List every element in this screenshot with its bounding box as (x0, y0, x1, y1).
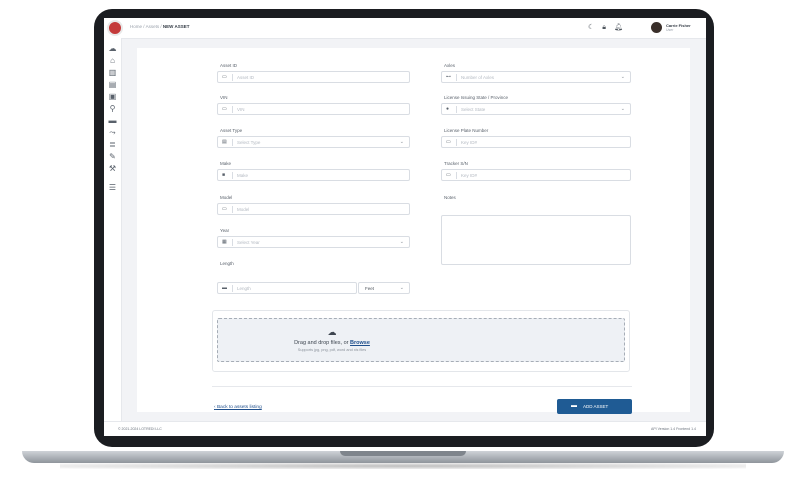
moon-icon[interactable]: ☾ (588, 23, 594, 32)
asset-id-label: Asset ID (220, 63, 238, 68)
asset-id-input[interactable]: ▭ Asset ID (217, 71, 410, 83)
license-state-select[interactable]: ● Select State ⌄ (441, 103, 631, 115)
asset-type-placeholder: Select Type (237, 140, 261, 145)
length-unit-value: Feet (365, 286, 375, 291)
app-screen: Home / Assets / NEW ASSET ☾ 🔒︎ 🔔︎ Carrie… (104, 18, 706, 436)
id-icon: ▭ (222, 106, 227, 112)
back-link-label: Back to assets listing (216, 405, 262, 410)
dropzone-label: Drag and drop files, or (294, 340, 349, 346)
dropzone-hint: Supports jpg, png, pdf, word and xls fil… (297, 348, 367, 352)
car-icon[interactable]: ▣ (108, 92, 117, 101)
model-input[interactable]: ▭ Model (217, 203, 410, 215)
divider (212, 386, 632, 387)
chevron-down-icon: ⌄ (620, 106, 625, 112)
dropzone-text: Drag and drop files, or Browse (232, 340, 432, 346)
id-icon: ▭ (222, 206, 227, 212)
vin-placeholder: VIN (237, 107, 245, 112)
tracker-sn-label: Tracker S/N (444, 161, 468, 166)
axles-placeholder: Number of Axles (461, 75, 495, 80)
truck-icon[interactable]: ▬ (108, 116, 117, 125)
axle-icon: ⊷ (446, 74, 451, 80)
laptop-shadow (60, 463, 746, 469)
notes-label: Notes (444, 195, 456, 200)
cloud-icon[interactable]: ☁ (108, 44, 117, 53)
make-label: Make (220, 161, 232, 166)
chart-icon[interactable]: ▥ (108, 68, 117, 77)
length-placeholder: Length (237, 286, 251, 291)
id-icon: ▭ (446, 172, 451, 178)
back-arrow-icon: ‹ (214, 405, 216, 410)
chevron-down-icon: ⌄ (620, 74, 625, 80)
model-placeholder: Model (237, 207, 250, 212)
model-label: Model (220, 195, 233, 200)
vin-input[interactable]: ▭ VIN (217, 103, 410, 115)
cloud-upload-icon: ☁ (327, 327, 337, 337)
breadcrumb-assets[interactable]: Assets (146, 24, 160, 29)
user-role: User (666, 28, 674, 32)
notes-textarea[interactable] (441, 215, 631, 265)
asset-type-label: Asset Type (220, 128, 243, 133)
id-icon: ▭ (222, 74, 227, 80)
route-icon[interactable]: ⤳ (108, 128, 117, 137)
page-title: NEW ASSET (162, 24, 190, 29)
year-placeholder: Select Year (237, 240, 260, 245)
top-bar: Home / Assets / NEW ASSET ☾ 🔒︎ 🔔︎ Carrie… (104, 18, 706, 39)
footer: © 2021-2024 LOTREDI LLC API Version 1.4 … (104, 421, 706, 436)
tracker-sn-placeholder: Key ID# (461, 173, 478, 178)
breadcrumb-home[interactable]: Home (130, 24, 142, 29)
length-unit-select[interactable]: Feet ⌄ (358, 282, 410, 294)
sidebar: ☁ ⌂ ▥ ▤ ▣ ⚲ ▬ ⤳ ≣ ✎ ⚒ ☰ (104, 38, 122, 421)
asset-id-placeholder: Asset ID (237, 75, 255, 80)
chevron-down-icon: ⌄ (399, 139, 404, 145)
id-icon: ▭ (446, 139, 451, 145)
back-to-assets-link[interactable]: ‹ Back to assets listing (214, 405, 262, 410)
ruler-icon: ▬ (222, 285, 227, 291)
folder-icon: ■ (222, 172, 226, 178)
breadcrumb: Home / Assets / NEW ASSET (130, 24, 189, 29)
tracker-sn-input[interactable]: ▭ Key ID# (441, 169, 631, 181)
type-icon: ▤ (222, 139, 227, 145)
pin-icon: ● (446, 106, 450, 112)
list-icon[interactable]: ▤ (108, 80, 117, 89)
user-icon[interactable]: ⚲ (108, 104, 117, 113)
bell-icon[interactable]: 🔔︎ (614, 23, 623, 32)
year-label: Year (220, 228, 230, 233)
length-input[interactable]: ▬ Length (217, 282, 357, 294)
plate-number-input[interactable]: ▭ Key ID# (441, 136, 631, 148)
footer-version: API Version 1.4 Frontend 1.4 (651, 427, 696, 431)
chevron-down-icon: ⌄ (399, 239, 404, 245)
year-select[interactable]: ▦ Select Year ⌄ (217, 236, 410, 248)
edit-icon[interactable]: ✎ (108, 152, 117, 161)
lock-icon[interactable]: 🔒︎ (602, 23, 606, 32)
length-label: Length (220, 261, 234, 266)
brand-logo[interactable] (107, 20, 123, 36)
chevron-down-icon: ⌄ (399, 285, 404, 291)
top-icons: ☾ 🔒︎ 🔔︎ (588, 23, 623, 32)
license-state-label: License Issuing State / Province (444, 95, 509, 100)
calendar-icon: ▦ (222, 239, 227, 245)
asset-type-select[interactable]: ▤ Select Type ⌄ (217, 136, 410, 148)
axles-label: Axles (444, 63, 456, 68)
doc-icon[interactable]: ≣ (108, 140, 117, 149)
make-placeholder: Make (237, 173, 249, 178)
vin-label: VIN (220, 95, 228, 100)
footer-copyright: © 2021-2024 LOTREDI LLC (118, 427, 162, 431)
breadcrumb-separator: / (143, 24, 145, 29)
plate-number-label: License Plate Number (444, 128, 489, 133)
add-asset-label: ADD ASSET (583, 404, 609, 409)
wrench-icon[interactable]: ⚒ (108, 164, 117, 173)
make-input[interactable]: ■ Make (217, 169, 410, 181)
plate-number-placeholder: Key ID# (461, 140, 478, 145)
browse-link[interactable]: Browse (350, 340, 370, 346)
breadcrumb-separator: / (160, 24, 162, 29)
truck-icon: ▬ (571, 403, 577, 409)
sliders-icon[interactable]: ☰ (108, 183, 117, 192)
add-asset-button[interactable]: ▬ ADD ASSET (557, 399, 632, 414)
laptop-notch (340, 451, 466, 456)
avatar[interactable] (651, 22, 662, 33)
license-state-placeholder: Select State (461, 107, 486, 112)
axles-select[interactable]: ⊷ Number of Axles ⌄ (441, 71, 631, 83)
home-icon[interactable]: ⌂ (108, 56, 117, 65)
